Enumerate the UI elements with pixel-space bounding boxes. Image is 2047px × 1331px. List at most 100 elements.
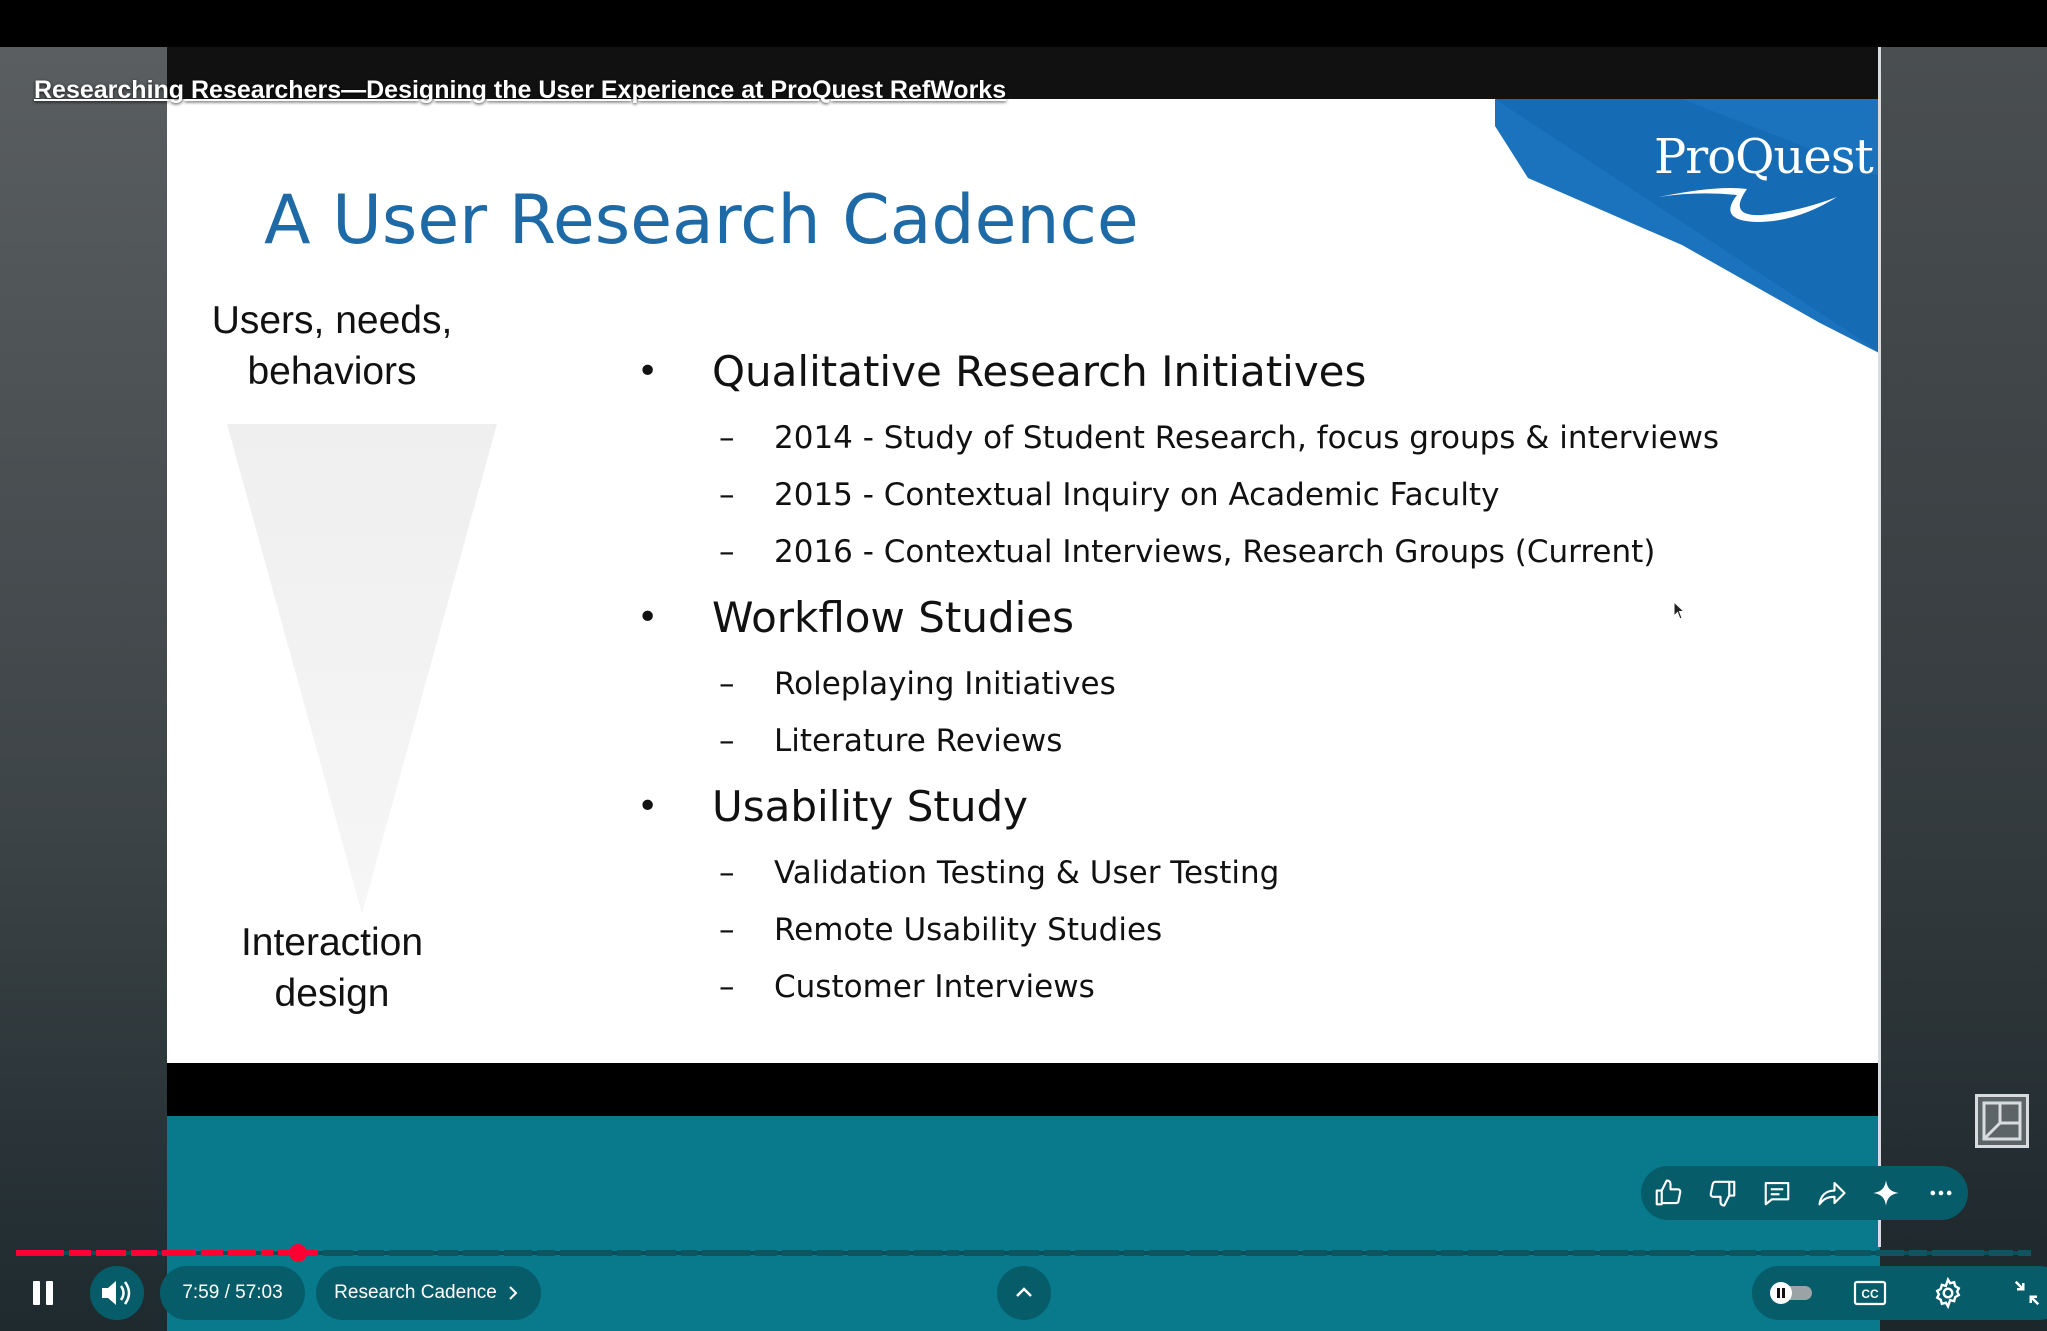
sub-bullet-text: 2014 - Study of Student Research, focus … [774, 419, 1720, 456]
chapter-button[interactable]: Research Cadence [316, 1266, 541, 1320]
thumbs-down-icon[interactable] [1696, 1166, 1750, 1220]
logo-swoosh [1659, 188, 1837, 222]
progress-chapter-segment [1761, 1250, 1805, 1256]
progress-chapter-segment [537, 1250, 555, 1256]
bullet-item: • Workflow Studies [637, 580, 1837, 655]
dash: – [719, 419, 735, 456]
progress-chapter-segment [681, 1250, 697, 1256]
right-controls: CC [1752, 1266, 2047, 1320]
bullet-dot: • [637, 786, 659, 827]
sub-bullet-text: Customer Interviews [774, 968, 1095, 1005]
progress-played-segment [16, 1250, 64, 1256]
progress-chapter-segment [1223, 1250, 1241, 1256]
sub-bullet-text: Literature Reviews [774, 722, 1063, 759]
progress-chapter-segment [817, 1250, 843, 1256]
progress-chapter-segment [1246, 1250, 1298, 1256]
bullet-heading: Workflow Studies [712, 593, 1075, 642]
funnel-bottom-label: Interaction design [167, 917, 497, 1019]
progress-chapter-segment [1810, 1250, 1830, 1256]
bullet-dot: • [637, 597, 659, 638]
chevron-up-icon[interactable] [997, 1266, 1051, 1320]
sub-bullet-text: 2016 - Contextual Interviews, Research G… [774, 533, 1656, 570]
progress-chapter-segment [463, 1250, 499, 1256]
funnel-bottom-line-1: Interaction [240, 921, 424, 964]
sub-bullet: – Literature Reviews [719, 712, 1837, 769]
funnel-bottom-line-2: design [274, 972, 390, 1015]
dash: – [719, 854, 735, 891]
progress-chapter-segment [1835, 1250, 1871, 1256]
progress-chapter-segment [389, 1250, 433, 1256]
miniplayer-icon[interactable] [1975, 1094, 2029, 1148]
funnel-top-line-2: behaviors [247, 350, 417, 393]
progress-chapter-segment [1909, 1250, 1927, 1256]
progress-chapter-segment [560, 1250, 612, 1256]
bullet-dot: • [637, 351, 659, 392]
progress-played-segment [201, 1250, 223, 1256]
dash: – [719, 665, 735, 702]
progress-chapter-segment [702, 1250, 750, 1256]
progress-chapter-segment [617, 1250, 641, 1256]
ambient-left [0, 47, 167, 1331]
progress-chapter-segment [1388, 1250, 1436, 1256]
sub-bullet-text: 2015 - Contextual Inquiry on Academic Fa… [774, 476, 1500, 513]
progress-played-segment [96, 1250, 126, 1256]
overlay-divider [1878, 47, 1881, 1247]
comment-icon[interactable] [1750, 1166, 1804, 1220]
bullet-heading: Qualitative Research Initiatives [712, 347, 1367, 396]
sparkle-icon[interactable] [1859, 1166, 1913, 1220]
sub-bullet: – 2016 - Contextual Interviews, Research … [719, 523, 1837, 580]
sub-bullet-text: Roleplaying Initiatives [774, 665, 1116, 702]
video-player[interactable]: ProQuest A User Research Cadence Users, … [0, 0, 2047, 1331]
progress-chapter-segment [947, 1250, 959, 1256]
dash: – [719, 533, 735, 570]
share-icon[interactable] [1805, 1166, 1859, 1220]
progress-chapter-segment [438, 1250, 458, 1256]
progress-played-segment [131, 1250, 157, 1256]
cc-icon[interactable]: CC [1843, 1266, 1897, 1320]
progress-chapter-segment [782, 1250, 812, 1256]
gear-icon[interactable] [1921, 1266, 1975, 1320]
progress-chapter-segment [1124, 1250, 1144, 1256]
mouse-cursor-icon [1673, 601, 1686, 620]
sub-bullet: – Validation Testing & User Testing [719, 844, 1837, 901]
more-icon[interactable] [1914, 1166, 1968, 1220]
volume-icon[interactable] [90, 1266, 144, 1320]
progress-chapter-segment [1075, 1250, 1119, 1256]
progress-chapter-segment [1009, 1250, 1039, 1256]
progress-chapter-segment [1503, 1250, 1529, 1256]
sub-bullet-text: Validation Testing & User Testing [774, 854, 1280, 891]
funnel-top-label: Users, needs, behaviors [167, 295, 497, 397]
progress-chapter-segment [964, 1250, 1004, 1256]
video-title[interactable]: Researching Researchers—Designing the Us… [34, 76, 1006, 105]
dash: – [719, 476, 735, 513]
sub-bullet: – Customer Interviews [719, 958, 1837, 1015]
progress-chapter-segment [1044, 1250, 1070, 1256]
presentation-slide: ProQuest A User Research Cadence Users, … [167, 99, 1880, 1063]
progress-played-segment [69, 1250, 91, 1256]
progress-chapter-segment [323, 1250, 353, 1256]
progress-chapter-segment [1332, 1250, 1362, 1256]
pause-icon[interactable] [16, 1266, 70, 1320]
progress-chapter-segment [1876, 1250, 1904, 1256]
time-text: 7:59 / 57:03 [182, 1282, 283, 1303]
progress-chapter-segment [1989, 1250, 2013, 1256]
progress-chapter-segment [1695, 1250, 1725, 1256]
progress-chapter-segment [1534, 1250, 1568, 1256]
progress-played-segment [228, 1250, 256, 1256]
progress-chapter-segment [1468, 1250, 1498, 1256]
progress-chapter-segment [1650, 1250, 1690, 1256]
slide-bottom-band [167, 1063, 1880, 1116]
progress-chapter-segment [1441, 1250, 1463, 1256]
svg-text:CC: CC [1861, 1287, 1879, 1301]
progress-bar[interactable] [16, 1244, 2031, 1262]
chapter-label: Research Cadence [334, 1282, 497, 1303]
action-bar [1641, 1166, 1968, 1220]
autoplay-toggle-icon[interactable] [1764, 1266, 1818, 1320]
dash: – [719, 911, 735, 948]
sub-bullet: – Roleplaying Initiatives [719, 655, 1837, 712]
chevron-right-icon [509, 1286, 518, 1300]
exit-fullscreen-icon[interactable] [2000, 1266, 2047, 1320]
miniplayer-glyph [1982, 1101, 2022, 1141]
thumbs-up-icon[interactable] [1641, 1166, 1695, 1220]
progress-scrubber[interactable] [289, 1244, 307, 1262]
